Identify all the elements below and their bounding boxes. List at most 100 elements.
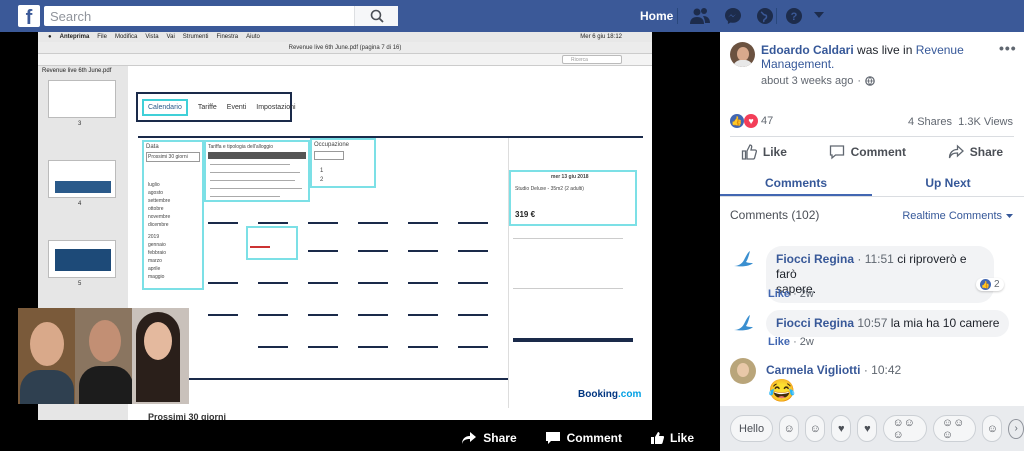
- divider: [776, 8, 777, 24]
- divider: [730, 136, 1014, 137]
- date-dropdown-highlight: Data Prossimi 30 giorni luglio agosto se…: [142, 140, 204, 290]
- post-header: Edoardo Caldari was live in Revenue Mana…: [761, 43, 991, 71]
- search-input[interactable]: Search: [44, 9, 354, 24]
- sort-label: Realtime Comments: [902, 210, 1002, 222]
- occupancy-option: 1: [320, 168, 324, 174]
- comment-sort-dropdown[interactable]: Realtime Comments: [902, 210, 1013, 222]
- quick-reply-triple-smile-icon[interactable]: ☺☺☺: [932, 415, 977, 442]
- tab-eventi: Eventi: [226, 103, 247, 111]
- account-menu-chevron-icon[interactable]: [814, 12, 824, 19]
- quick-reply-next-icon[interactable]: ›: [1008, 418, 1024, 439]
- messenger-icon[interactable]: [724, 7, 742, 25]
- friend-requests-icon[interactable]: [690, 7, 710, 25]
- quick-reply-triple-smile-icon[interactable]: ☺☺☺: [883, 415, 927, 442]
- occupancy-option: 2: [320, 177, 324, 183]
- tab-impostazioni: Impostazioni: [256, 103, 296, 111]
- comment-count: Comments (102): [730, 208, 820, 222]
- share-arrow-icon: [462, 431, 477, 444]
- facebook-logo[interactable]: f: [18, 5, 40, 27]
- menu-item: Aiuto: [246, 34, 260, 40]
- quick-reply-hello[interactable]: Hello: [730, 415, 774, 442]
- menu-item: Vista: [145, 34, 159, 40]
- page-thumbnail: [48, 80, 116, 118]
- chevron-down-icon: [1006, 213, 1013, 218]
- comment-like-link[interactable]: Like: [768, 288, 790, 300]
- comment-bubble-icon: [829, 145, 844, 160]
- notifications-globe-icon[interactable]: [756, 7, 774, 25]
- post-comment-button[interactable]: Comment: [829, 144, 906, 160]
- month-item: novembre: [148, 214, 171, 220]
- video-share-button[interactable]: Share: [461, 431, 517, 445]
- comment-header: Carmela Vigliotti · 10:42: [766, 363, 901, 377]
- search-button[interactable]: [354, 6, 398, 26]
- page-number: 3: [78, 121, 82, 127]
- share-count[interactable]: 4 Shares: [908, 116, 952, 128]
- month-item: gennaio: [148, 242, 166, 248]
- window-title: Revenue live 6th June.pdf (pagina 7 di 1…: [38, 42, 652, 54]
- post-options-icon[interactable]: •••: [999, 40, 1017, 56]
- post-like-button[interactable]: Like: [741, 144, 787, 160]
- post-share-button[interactable]: Share: [948, 144, 1003, 160]
- author-name[interactable]: Edoardo Caldari: [761, 43, 854, 57]
- commenter-name[interactable]: Fiocci Regina: [776, 252, 854, 266]
- comment-reaction-badge[interactable]: 👍 2: [976, 278, 1004, 291]
- price-cell-highlight: [246, 226, 298, 260]
- comment-time: · 10:42: [863, 363, 902, 377]
- menu-item: File: [97, 34, 107, 40]
- rate-details-highlight: mer 13 giu 2018 Studio Deluxe - 35m2 (2 …: [509, 170, 637, 226]
- webcam-participant: [75, 308, 132, 404]
- quick-reply-thumb-icon[interactable]: ♥: [857, 415, 878, 442]
- quick-reply-smile-icon[interactable]: ☺: [779, 415, 800, 442]
- video-like-button[interactable]: Like: [650, 431, 694, 445]
- webcam-overlay: [18, 308, 189, 404]
- tab-calendario: Calendario: [142, 98, 188, 116]
- comment-time: 10:57: [857, 316, 888, 330]
- page-thumbnail: [48, 240, 116, 278]
- comment-label: Comment: [566, 430, 622, 445]
- live-video-player[interactable]: ● Anteprima File Modifica Vista Vai Stru…: [0, 32, 720, 451]
- help-icon[interactable]: ?: [785, 7, 803, 25]
- rate-details-panel: mer 13 giu 2018 Studio Deluxe - 35m2 (2 …: [508, 138, 643, 408]
- thumbs-up-icon: [741, 144, 757, 160]
- share-view-counts: 4 Shares 1.3K Views: [908, 116, 1013, 128]
- video-comment-button[interactable]: Comment: [545, 431, 622, 445]
- comment-label: Comment: [850, 145, 906, 159]
- search-box[interactable]: Search: [44, 6, 398, 26]
- like-reaction-icon: 👍: [730, 114, 744, 128]
- month-item: ottobre: [148, 206, 164, 212]
- comment-bubble-icon: [545, 431, 560, 444]
- month-item: dicembre: [148, 222, 169, 228]
- home-link[interactable]: Home: [640, 9, 673, 23]
- tab-comments[interactable]: Comments: [720, 172, 872, 196]
- view-count: 1.3K Views: [958, 116, 1013, 128]
- tab-up-next[interactable]: Up Next: [872, 172, 1024, 196]
- month-item: settembre: [148, 198, 171, 204]
- like-label: Like: [762, 145, 787, 159]
- year-label: 2019: [148, 234, 160, 240]
- comment-like-link[interactable]: Like: [768, 336, 790, 348]
- calendar-content: Data Prossimi 30 giorni luglio agosto se…: [138, 136, 643, 408]
- reaction-summary[interactable]: 👍 ♥ 47: [730, 114, 773, 128]
- toolbar-search: Ricerca: [562, 55, 622, 64]
- pdf-page: Calendario Tariffe Eventi Impostazioni D…: [130, 66, 650, 420]
- post-time[interactable]: about 3 weeks ago: [761, 75, 853, 87]
- commenter-name[interactable]: Fiocci Regina: [776, 316, 854, 330]
- author-avatar[interactable]: [730, 42, 755, 67]
- quick-reply-clap-icon[interactable]: ♥: [831, 415, 852, 442]
- commenter-name[interactable]: Carmela Vigliotti: [766, 363, 860, 377]
- extranet-tabs: Calendario Tariffe Eventi Impostazioni: [136, 92, 296, 122]
- love-reaction-icon: ♥: [744, 114, 758, 128]
- month-item: agosto: [148, 190, 164, 196]
- next-30-days-heading: Prossimi 30 giorni: [148, 412, 227, 420]
- share-label: Share: [969, 145, 1004, 159]
- commenter-avatar[interactable]: [730, 310, 756, 336]
- commenter-avatar[interactable]: [730, 358, 756, 384]
- page-number: 5: [78, 281, 82, 287]
- quick-reply-surprised-icon[interactable]: ☺: [982, 415, 1003, 442]
- webcam-participant: [18, 308, 75, 404]
- page-number: 4: [78, 201, 82, 207]
- commenter-avatar[interactable]: [730, 246, 756, 272]
- divider: [677, 8, 678, 24]
- booking-logo-suffix: .com: [618, 389, 642, 400]
- quick-reply-smile-icon[interactable]: ☺: [805, 415, 826, 442]
